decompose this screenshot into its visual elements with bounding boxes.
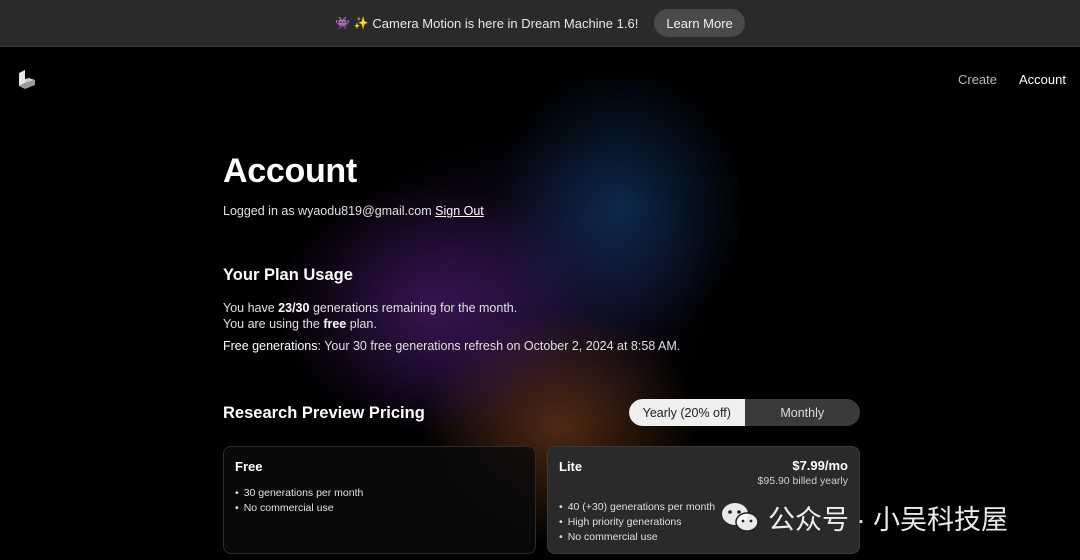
feature-item: No commercial use	[235, 501, 363, 516]
pricing-heading: Research Preview Pricing	[223, 404, 425, 422]
plan-name-lite: Lite	[559, 459, 583, 474]
logged-in-text: Logged in as wyaodu819@gmail.com Sign Ou…	[223, 204, 484, 218]
feature-item: High priority generations	[559, 515, 715, 530]
plan-usage-heading: Your Plan Usage	[223, 266, 353, 284]
feature-list-free: 30 generations per month No commercial u…	[235, 486, 364, 516]
remaining-value: 23/30	[278, 301, 310, 315]
monthly-option[interactable]: Monthly	[745, 399, 861, 426]
feature-item: 40 (+30) generations per month	[559, 500, 715, 515]
feature-item: No commercial use	[559, 530, 715, 545]
banner-text: Camera Motion is here in Dream Machine 1…	[372, 15, 639, 31]
learn-more-button[interactable]: Learn More	[654, 9, 745, 37]
nav-account-link[interactable]: Account	[1019, 72, 1066, 87]
remaining-text: You have 23/30 generations remaining for…	[223, 301, 517, 315]
billing-toggle: Yearly (20% off) Monthly	[629, 399, 860, 426]
plan-name: free	[323, 317, 347, 331]
page-title: Account	[223, 152, 357, 190]
watermark-text: 公众号 · 小吴科技屋	[768, 505, 1008, 535]
remaining-suffix: generations remaining for the month.	[312, 301, 518, 315]
refresh-text: Free generations: Your 30 free generatio…	[223, 339, 680, 353]
logo-icon[interactable]	[17, 70, 37, 90]
plan-price-lite: $7.99/mo	[792, 458, 848, 473]
sparkle-icon: 👾 ✨	[335, 16, 369, 30]
watermark: 公众号 · 小吴科技屋	[720, 498, 1008, 537]
top-nav: Create Account	[958, 72, 1066, 87]
refresh-label: Free generations:	[223, 339, 321, 353]
sign-out-link[interactable]: Sign Out	[435, 204, 484, 218]
plan-billed-lite: $95.90 billed yearly	[757, 475, 848, 487]
plan-text: You are using the free plan.	[223, 317, 377, 331]
logged-in-label: Logged in as wyaodu819@gmail.com	[223, 204, 432, 218]
nav-create-link[interactable]: Create	[958, 72, 997, 87]
background-gradient	[0, 47, 1080, 560]
plan-card-free[interactable]: Free 30 generations per month No commerc…	[223, 446, 536, 554]
feature-list-lite: 40 (+30) generations per month High prio…	[559, 500, 715, 545]
plan-suffix: plan.	[349, 317, 377, 331]
feature-item: 30 generations per month	[235, 486, 364, 501]
remaining-prefix: You have	[223, 301, 275, 315]
announcement-banner: 👾 ✨ Camera Motion is here in Dream Machi…	[0, 0, 1080, 47]
plan-prefix: You are using the	[223, 317, 320, 331]
wechat-icon	[722, 502, 759, 532]
refresh-detail: Your 30 free generations refresh on Octo…	[324, 339, 681, 353]
yearly-option[interactable]: Yearly (20% off)	[629, 399, 745, 426]
plan-name-free: Free	[235, 459, 263, 474]
